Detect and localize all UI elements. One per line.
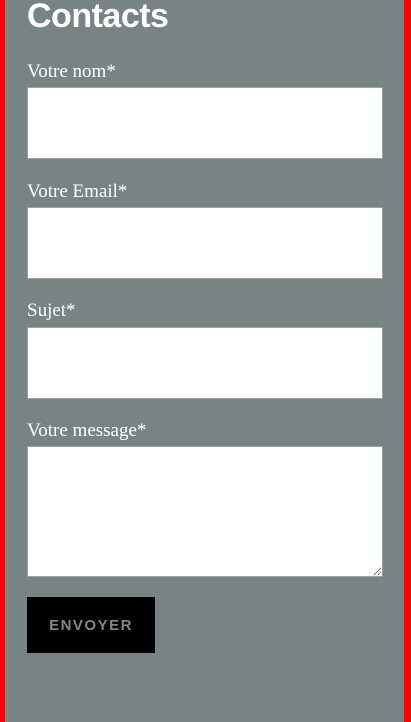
page-title: Contacts: [27, 0, 169, 35]
message-label: Votre message*: [27, 420, 147, 441]
message-field[interactable]: [27, 446, 383, 577]
email-label: Votre Email*: [27, 181, 128, 202]
name-field[interactable]: [27, 87, 383, 159]
subject-field[interactable]: [27, 327, 383, 399]
email-field[interactable]: [27, 207, 383, 279]
submit-button[interactable]: ENVOYER: [27, 597, 155, 653]
name-label: Votre nom*: [27, 61, 116, 82]
subject-label: Sujet*: [27, 300, 76, 321]
contact-panel: Contacts Votre nom* Votre Email* Sujet* …: [5, 0, 404, 722]
